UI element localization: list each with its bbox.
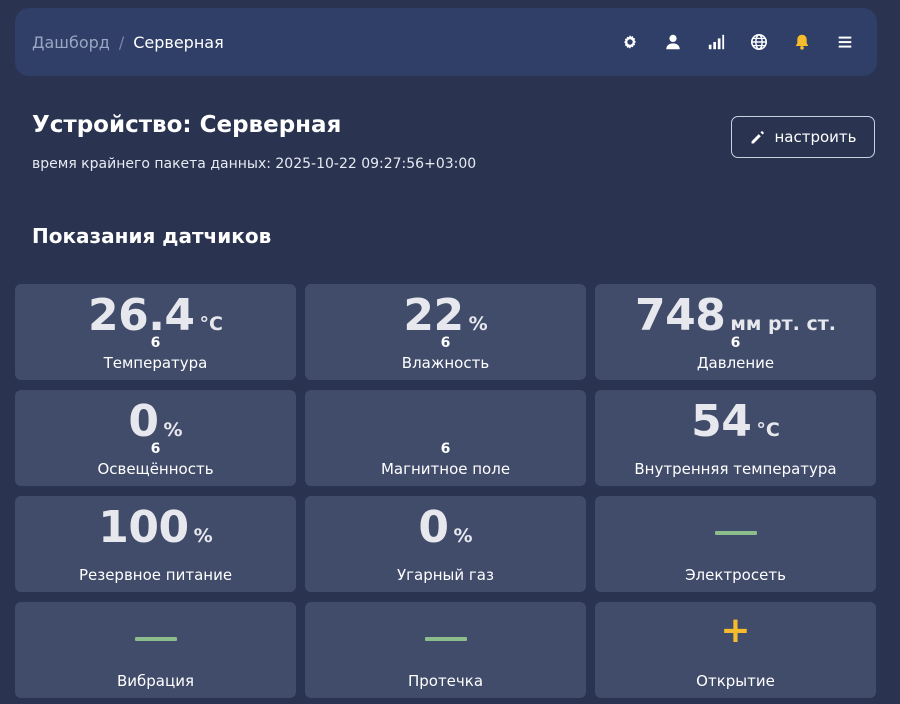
sensor-grid: 26.4 °C 6 Температура 22% 6 Влажность 748… — [15, 284, 876, 698]
bell-icon[interactable] — [788, 28, 816, 56]
globe-icon[interactable] — [745, 28, 773, 56]
sensor-label: Внутренняя температура — [634, 460, 837, 478]
ok-dash-indicator — [714, 531, 757, 535]
ok-dash-indicator — [424, 637, 467, 641]
pencil-icon — [752, 130, 765, 143]
sensor-sub-value: 6 — [730, 335, 741, 351]
sensor-card-mains-power[interactable]: Электросеть — [595, 496, 876, 592]
breadcrumb: Дашборд / Серверная — [32, 8, 224, 76]
settings-icon[interactable] — [616, 28, 644, 56]
sensor-card-opening[interactable]: + Открытие — [595, 602, 876, 698]
sensor-unit: % — [163, 419, 183, 441]
menu-icon[interactable] — [831, 28, 859, 56]
sensor-unit: % — [193, 525, 213, 547]
sensor-card-internal-temperature[interactable]: 54 °C Внутренняя температура — [595, 390, 876, 486]
sensor-value: 22 — [403, 290, 464, 341]
top-bar: Дашборд / Серверная — [15, 8, 877, 76]
device-title: Устройство: Серверная — [32, 112, 342, 138]
sensor-label: Электросеть — [685, 566, 786, 584]
sensor-card-temperature[interactable]: 26.4 °C 6 Температура — [15, 284, 296, 380]
breadcrumb-separator: / — [118, 32, 125, 52]
user-icon[interactable] — [659, 28, 687, 56]
sensor-value: 0 — [128, 396, 159, 447]
ok-dash-indicator — [134, 637, 177, 641]
sensor-label: Давление — [696, 354, 775, 372]
sensor-unit: °C — [199, 313, 223, 335]
sensor-card-vibration[interactable]: Вибрация — [15, 602, 296, 698]
sensor-label: Протечка — [407, 672, 484, 690]
section-title: Показания датчиков — [32, 224, 272, 248]
sensor-value: 100 — [98, 502, 189, 553]
last-packet-time: время крайнего пакета данных: 2025-10-22… — [32, 156, 477, 172]
sensor-value: 54 — [691, 396, 752, 447]
sensor-sub-value: 6 — [440, 335, 451, 351]
sensor-label: Освещённость — [97, 460, 214, 478]
sensor-card-humidity[interactable]: 22% 6 Влажность — [305, 284, 586, 380]
sensor-label: Резервное питание — [78, 566, 233, 584]
sensor-unit: °C — [756, 419, 780, 441]
sensor-label: Открытие — [696, 672, 775, 690]
breadcrumb-current: Серверная — [133, 32, 224, 52]
sensor-card-backup-power[interactable]: 100% Резервное питание — [15, 496, 296, 592]
sensor-value: 26.4 — [87, 290, 195, 341]
configure-button-label: настроить — [774, 128, 857, 146]
sensor-unit: % — [453, 525, 473, 547]
sensor-card-illuminance[interactable]: 0% 6 Освещённость — [15, 390, 296, 486]
configure-button[interactable]: настроить — [731, 116, 875, 158]
sensor-sub-value: 6 — [150, 335, 161, 351]
sensor-label: Вибрация — [117, 672, 194, 690]
sensor-card-magnetic-field[interactable]: 6 Магнитное поле — [305, 390, 586, 486]
sensor-value: 0 — [418, 502, 449, 553]
sensor-label: Температура — [103, 354, 208, 372]
breadcrumb-dashboard-link[interactable]: Дашборд — [32, 33, 110, 52]
plus-indicator: + — [720, 610, 751, 651]
sensor-label: Влажность — [401, 354, 490, 372]
sensor-label: Угарный газ — [397, 566, 494, 584]
sensor-card-pressure[interactable]: 748 мм рт. ст. 6 Давление — [595, 284, 876, 380]
sensor-unit: % — [468, 313, 488, 335]
signal-icon[interactable] — [702, 28, 730, 56]
sensor-sub-value: 6 — [150, 441, 161, 457]
sensor-sub-value: 6 — [440, 441, 451, 457]
toolbar-icons — [616, 8, 859, 76]
sensor-label: Магнитное поле — [380, 460, 511, 478]
sensor-unit: мм рт. ст. — [730, 313, 836, 335]
sensor-card-leak[interactable]: Протечка — [305, 602, 586, 698]
sensor-card-carbon-monoxide[interactable]: 0% Угарный газ — [305, 496, 586, 592]
sensor-value: 748 — [635, 290, 726, 341]
